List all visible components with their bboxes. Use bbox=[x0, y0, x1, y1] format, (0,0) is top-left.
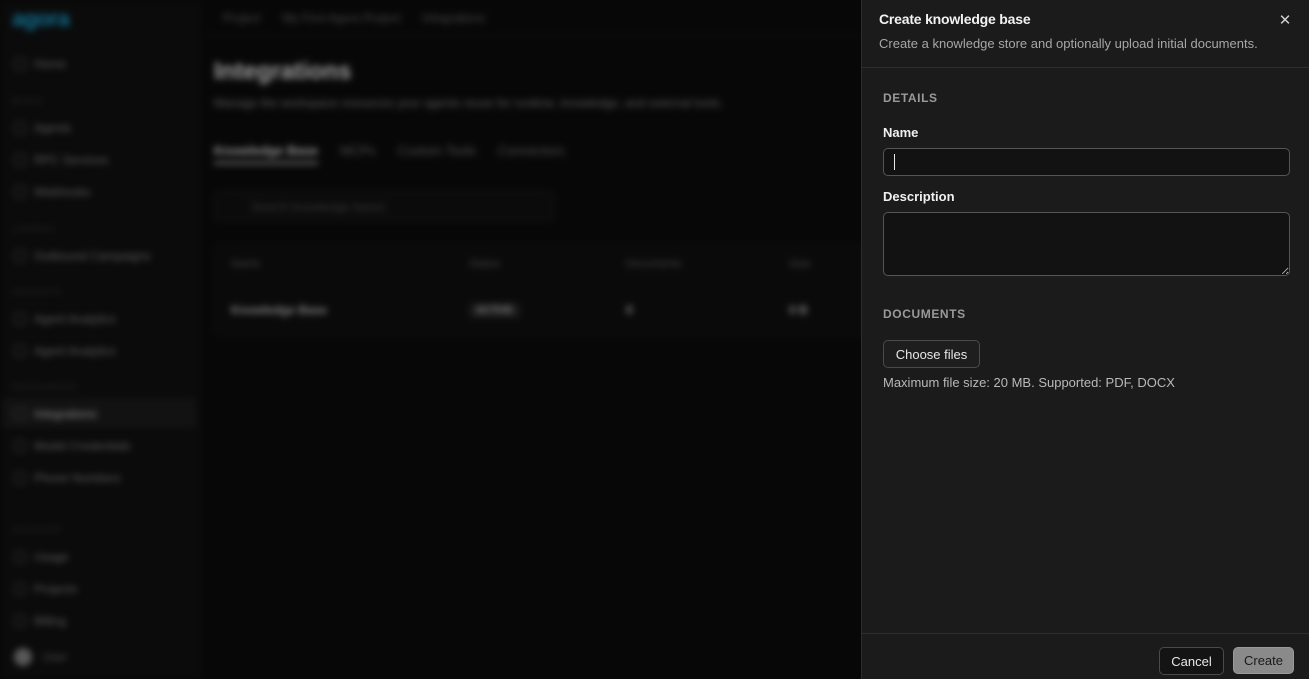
drawer-subtitle: Create a knowledge store and optionally … bbox=[879, 36, 1258, 51]
close-icon[interactable]: ✕ bbox=[1276, 12, 1294, 30]
details-section-label: DETAILS bbox=[883, 91, 938, 105]
cancel-button[interactable]: Cancel bbox=[1159, 647, 1224, 675]
choose-files-button[interactable]: Choose files bbox=[883, 340, 980, 368]
file-size-hint: Maximum file size: 20 MB. Supported: PDF… bbox=[883, 375, 1175, 390]
name-input[interactable] bbox=[883, 148, 1290, 176]
create-knowledge-base-drawer: Create knowledge base Create a knowledge… bbox=[861, 0, 1309, 679]
create-button[interactable]: Create bbox=[1233, 647, 1294, 674]
description-input[interactable] bbox=[883, 212, 1290, 276]
drawer-footer: Cancel Create bbox=[862, 633, 1309, 679]
modal-overlay[interactable] bbox=[0, 0, 861, 679]
name-label: Name bbox=[883, 125, 919, 140]
drawer-header: Create knowledge base Create a knowledge… bbox=[862, 0, 1309, 68]
documents-section-label: DOCUMENTS bbox=[883, 307, 966, 321]
description-label: Description bbox=[883, 189, 955, 204]
drawer-title: Create knowledge base bbox=[879, 11, 1031, 27]
text-cursor bbox=[894, 154, 895, 170]
